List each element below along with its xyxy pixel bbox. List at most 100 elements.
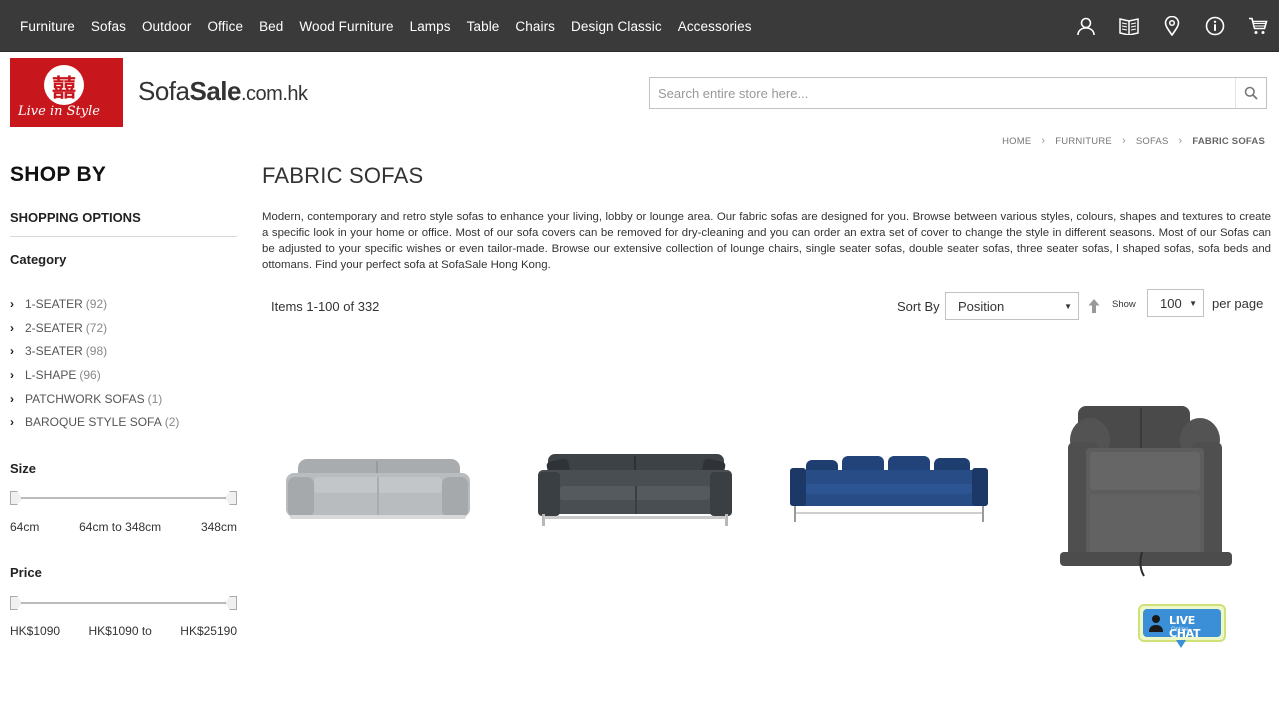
brand-suffix: .com.hk [241,83,308,105]
category-count: (2) [164,415,180,430]
search-input[interactable] [650,78,1236,108]
price-range-text: HK$1090 to [88,624,152,638]
nav-office[interactable]: Office [199,19,251,34]
nav-lamps[interactable]: Lamps [402,19,459,34]
category-item[interactable]: › 2-SEATER (72) [10,316,179,340]
slider-track [15,497,232,499]
search-box [649,77,1267,109]
chevron-right-icon: › [10,344,14,359]
live-chat-button[interactable]: LIVE CHAT Online [1138,604,1226,648]
slider-track [15,602,232,604]
account-icon[interactable] [1064,0,1107,52]
category-description: Modern, contemporary and retro style sof… [262,211,1271,271]
product-image-sofa-bed[interactable] [1054,402,1238,578]
category-item[interactable]: › 3-SEATER (98) [10,339,179,363]
category-label: 3-SEATER [25,344,83,359]
nav-accessories[interactable]: Accessories [670,19,760,34]
nav-furniture[interactable]: Furniture [12,19,83,34]
sort-by-label: Sort By [897,299,940,314]
main-menu: Furniture Sofas Outdoor Office Bed Wood … [12,0,760,52]
breadcrumb: HOME › FURNITURE › SOFAS › FABRIC SOFAS [1002,135,1265,147]
sort-ascending-arrow-icon[interactable] [1087,298,1101,314]
brand-bold: Sale [189,76,242,106]
category-count: (1) [147,391,163,406]
category-count: (96) [79,367,101,382]
category-count: (92) [85,296,108,311]
category-item[interactable]: › 1-SEATER (92) [10,292,179,316]
divider [10,236,237,237]
chevron-right-icon: › [10,296,14,311]
breadcrumb-current: FABRIC SOFAS [1192,135,1265,147]
size-min: 64cm [10,520,40,534]
nav-bed[interactable]: Bed [251,19,291,34]
nav-outdoor[interactable]: Outdoor [134,19,199,34]
category-item[interactable]: › BAROQUE STYLE SOFA (2) [10,410,179,434]
nav-table[interactable]: Table [459,19,508,34]
category-label: 1-SEATER [25,296,83,311]
shop-by-heading: SHOP BY [10,163,107,186]
limiter-value: 100 [1160,295,1182,311]
top-navigation: Furniture Sofas Outdoor Office Bed Wood … [0,0,1279,52]
limiter-select[interactable]: 100 ▼ [1147,289,1204,317]
chevron-right-icon: › [10,415,14,430]
size-filter-title[interactable]: Size [10,461,36,476]
breadcrumb-separator-icon: › [1121,135,1126,147]
chevron-right-icon: › [10,391,14,406]
sort-by-select[interactable]: Position ▼ [945,292,1079,320]
page-title: FABRIC SOFAS [262,163,424,188]
price-max: HK$25190 [180,624,237,638]
category-item[interactable]: › PATCHWORK SOFAS (1) [10,387,179,411]
breadcrumb-separator-icon: › [1178,135,1183,147]
brand-name[interactable]: SofaSale.com.hk [138,76,308,107]
search-button[interactable] [1235,78,1266,108]
logo[interactable]: 囍 Live in Style [10,58,126,127]
nav-design-classic[interactable]: Design Classic [563,19,670,34]
breadcrumb-separator-icon: › [1041,135,1046,147]
size-max: 348cm [200,520,237,534]
location-pin-icon[interactable] [1150,0,1193,52]
slider-max-handle[interactable] [225,491,237,505]
product-image-blue-sofa[interactable] [786,452,992,524]
category-label: L-SHAPE [25,367,77,382]
info-icon[interactable] [1193,0,1236,52]
header-icons [1064,0,1279,52]
cart-icon[interactable] [1236,0,1279,52]
price-range-values: HK$1090 HK$1090 to HK$25190 [10,624,237,638]
category-label: 2-SEATER [25,320,83,335]
nav-wood-furniture[interactable]: Wood Furniture [291,19,401,34]
product-image-dark-grey-sofa[interactable] [532,452,738,530]
nav-sofas[interactable]: Sofas [83,19,134,34]
category-filter-title[interactable]: Category [10,252,66,267]
dropdown-arrow-icon: ▼ [1189,299,1197,308]
search-icon [1244,86,1258,100]
slider-max-handle[interactable] [225,596,237,610]
nav-chairs[interactable]: Chairs [507,19,563,34]
category-count: (72) [85,320,108,335]
slider-min-handle[interactable] [10,491,22,505]
logo-tagline: Live in Style [18,104,100,119]
chevron-right-icon: › [10,367,14,382]
chevron-right-icon: › [10,320,14,335]
live-chat-badge: LIVE CHAT Online [1143,609,1221,640]
category-label: PATCHWORK SOFAS [25,391,145,406]
slider-min-handle[interactable] [10,596,22,610]
size-range-slider [10,491,237,505]
catalog-book-icon[interactable] [1107,0,1150,52]
show-label: Show [1112,299,1136,310]
category-label: BAROQUE STYLE SOFA [25,415,162,430]
category-item[interactable]: › L-SHAPE (96) [10,363,179,387]
shopping-options-heading: SHOPPING OPTIONS [10,210,141,225]
category-count: (98) [85,344,108,359]
breadcrumb-furniture[interactable]: FURNITURE [1055,136,1112,147]
breadcrumb-sofas[interactable]: SOFAS [1136,136,1169,147]
breadcrumb-home[interactable]: HOME [1002,136,1031,147]
product-image-grey-sofa[interactable] [280,455,476,525]
per-page-label: per page [1212,296,1264,311]
sort-by-value: Position [958,298,1005,314]
size-range-text: 64cm to 348cm [79,520,162,534]
chat-agent-avatar-icon [1149,615,1163,632]
dropdown-arrow-icon: ▼ [1064,302,1072,311]
double-happiness-logo-mark: 囍 [44,65,84,105]
price-filter-title[interactable]: Price [10,565,42,580]
chat-bubble-tail [1176,640,1186,648]
